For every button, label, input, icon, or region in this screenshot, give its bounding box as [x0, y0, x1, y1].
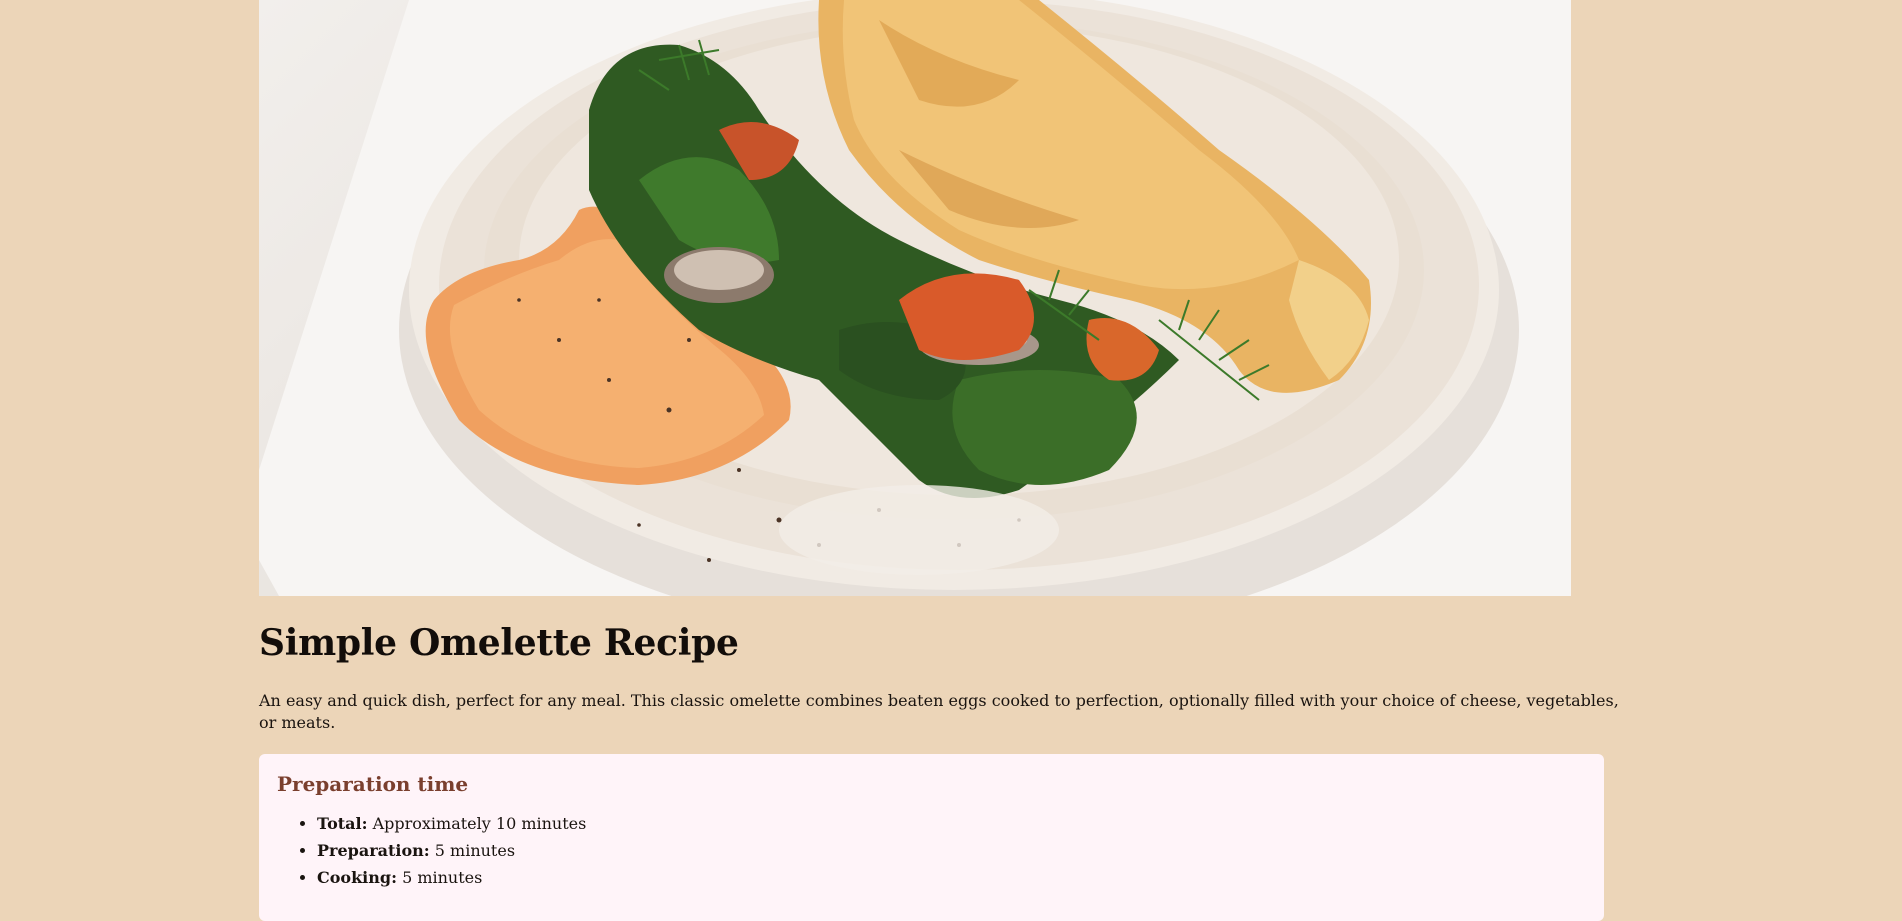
prep-value-total: Approximately 10 minutes: [372, 814, 587, 834]
list-item: Total: Approximately 10 minutes: [317, 810, 1586, 837]
preparation-time-heading: Preparation time: [277, 772, 469, 797]
preparation-time-card: Preparation time Total: Approximately 10…: [259, 754, 1604, 921]
preparation-time-list: Total: Approximately 10 minutes Preparat…: [277, 810, 1586, 891]
prep-label-cooking: Cooking:: [317, 868, 397, 888]
prep-label-total: Total:: [317, 814, 368, 834]
list-item: Preparation: 5 minutes: [317, 837, 1586, 864]
list-item: Cooking: 5 minutes: [317, 864, 1586, 891]
recipe-page: Simple Omelette Recipe An easy and quick…: [259, 0, 1640, 921]
recipe-description: An easy and quick dish, perfect for any …: [259, 690, 1619, 732]
omelette-photo: [259, 0, 1571, 596]
prep-label-preparation: Preparation:: [317, 841, 430, 861]
recipe-title: Simple Omelette Recipe: [259, 622, 739, 664]
prep-value-cooking: 5 minutes: [402, 868, 483, 888]
prep-value-preparation: 5 minutes: [434, 841, 516, 861]
